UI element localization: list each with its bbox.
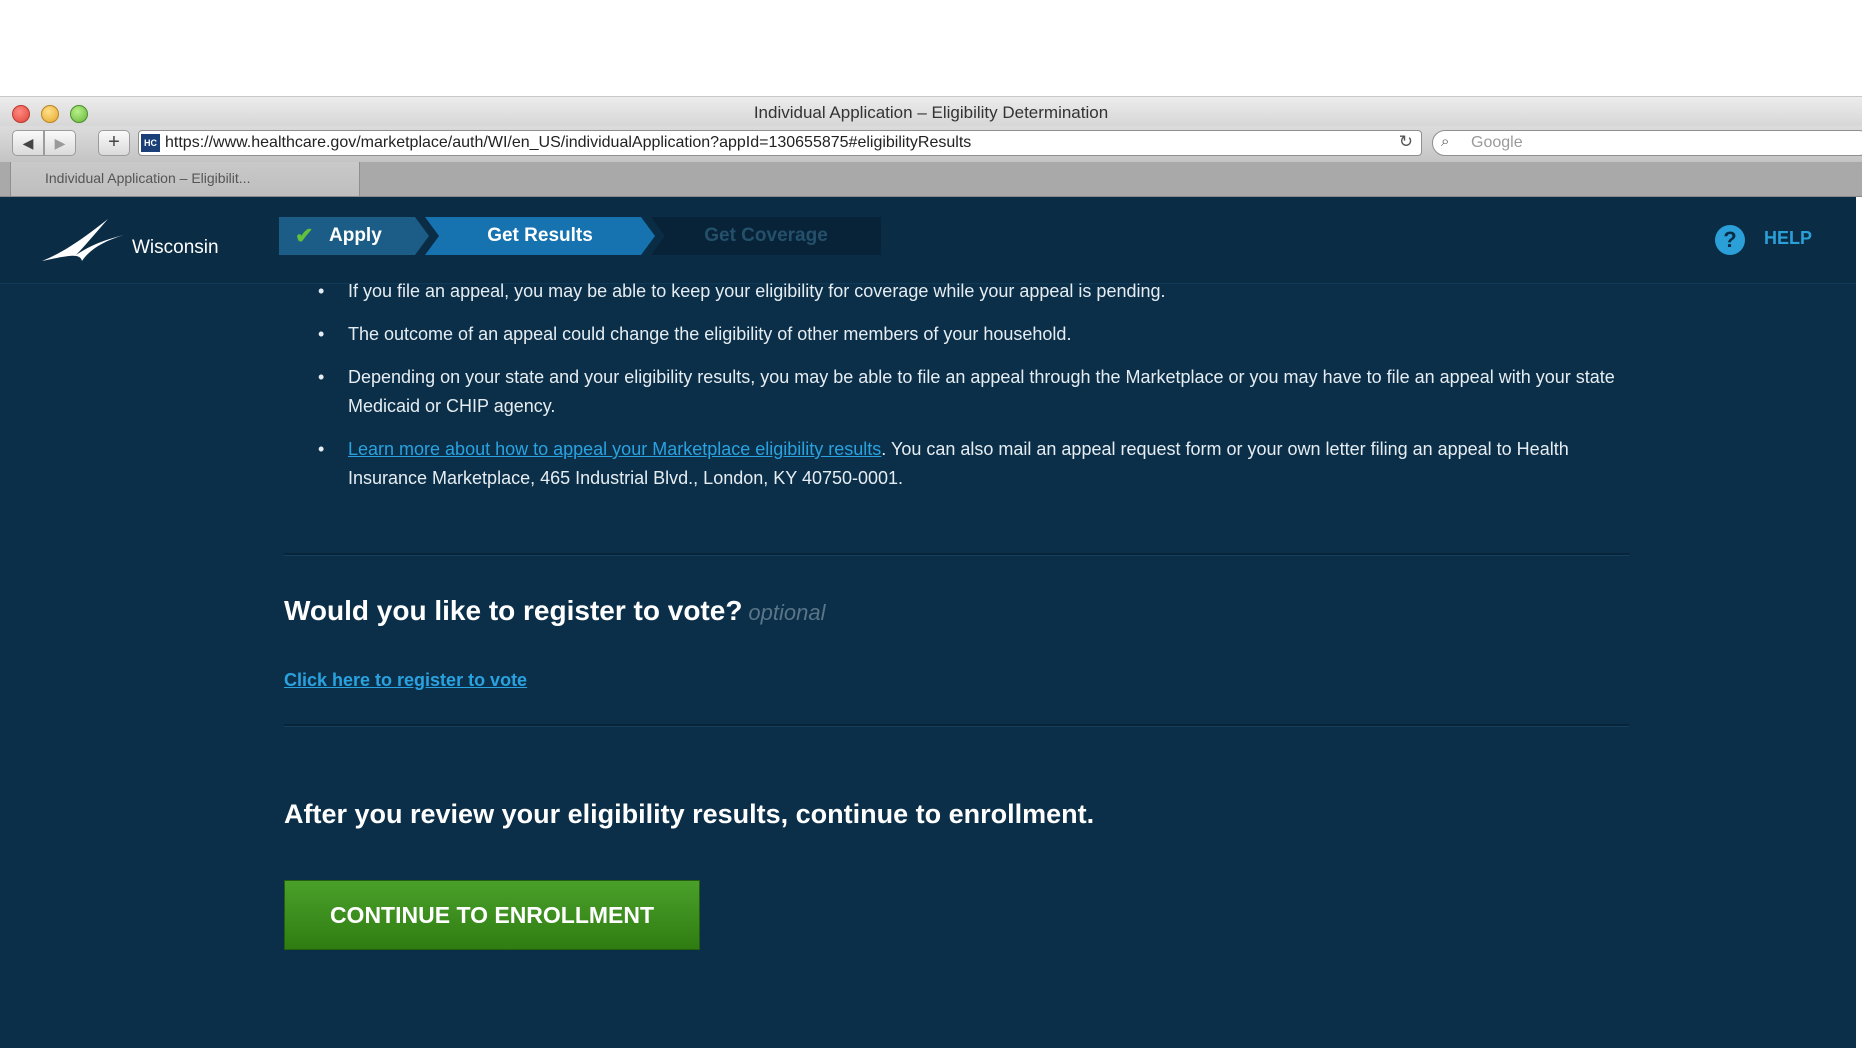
title-bar: Individual Application – Eligibility Det…	[0, 96, 1862, 127]
list-item: The outcome of an appeal could change th…	[318, 320, 1628, 349]
checkmark-icon: ✔	[295, 223, 314, 248]
list-item: If you file an appeal, you may be able t…	[318, 277, 1628, 306]
section-divider	[284, 553, 1629, 556]
reload-icon[interactable]: ↻	[1399, 132, 1413, 152]
magnifier-icon: ⌕	[1441, 133, 1450, 150]
back-arrow-icon: ◀	[22, 135, 34, 151]
help-icon[interactable]: ?	[1715, 225, 1745, 255]
window-title: Individual Application – Eligibility Det…	[753, 103, 1109, 122]
optional-label: optional	[748, 600, 826, 625]
list-item: Learn more about how to appeal your Mark…	[318, 435, 1628, 493]
page-edge	[1856, 197, 1862, 1048]
site-header: Wisconsin ✔ Apply Get Results Get Covera…	[0, 197, 1862, 284]
continue-to-enrollment-button[interactable]: CONTINUE TO ENROLLMENT	[284, 880, 700, 950]
tab-label: Individual Application – Eligibilit...	[45, 170, 251, 186]
step-label: Get Coverage	[704, 225, 828, 246]
register-to-vote-link[interactable]: Click here to register to vote	[284, 670, 527, 691]
appeal-learn-more-link[interactable]: Learn more about how to appeal your Mark…	[348, 439, 881, 459]
appeal-bullet-list: If you file an appeal, you may be able t…	[284, 277, 1634, 493]
browser-window: Individual Application – Eligibility Det…	[0, 96, 1862, 1048]
step-label: Apply	[329, 225, 382, 246]
tab-bar: Individual Application – Eligibilit...	[0, 162, 1862, 197]
step-apply[interactable]: ✔ Apply	[279, 217, 429, 255]
browser-toolbar: ◀ ▶ + HC https://www.healthcare.gov/mark…	[0, 126, 1862, 162]
site-favicon-icon: HC	[141, 134, 160, 152]
add-bookmark-button[interactable]: +	[98, 130, 130, 156]
list-item: Depending on your state and your eligibi…	[318, 363, 1628, 421]
web-page: Wisconsin ✔ Apply Get Results Get Covera…	[0, 197, 1862, 1048]
marketplace-logo-icon[interactable]	[40, 217, 126, 263]
url-text[interactable]: https://www.healthcare.gov/marketplace/a…	[165, 134, 971, 152]
back-button[interactable]: ◀	[12, 130, 44, 156]
enrollment-heading: After you review your eligibility result…	[284, 799, 1095, 829]
vote-heading-text: Would you like to register to vote?	[284, 595, 743, 626]
step-get-results[interactable]: Get Results	[425, 217, 655, 255]
plus-icon: +	[108, 131, 120, 153]
vote-heading: Would you like to register to vote? optio…	[284, 595, 826, 627]
forward-button[interactable]: ▶	[44, 130, 76, 156]
section-divider	[284, 724, 1629, 727]
browser-tab[interactable]: Individual Application – Eligibilit...	[10, 162, 360, 196]
forward-arrow-icon: ▶	[54, 135, 66, 151]
step-get-coverage: Get Coverage	[651, 217, 881, 255]
search-placeholder: Google	[1471, 134, 1523, 151]
help-link[interactable]: HELP	[1764, 228, 1812, 249]
address-bar[interactable]: HC https://www.healthcare.gov/marketplac…	[138, 130, 1422, 156]
step-label: Get Results	[487, 225, 593, 246]
state-name: Wisconsin	[132, 237, 219, 258]
search-field[interactable]: ⌕ Google	[1432, 130, 1862, 156]
appeal-info: If you file an appeal, you may be able t…	[284, 277, 1634, 507]
